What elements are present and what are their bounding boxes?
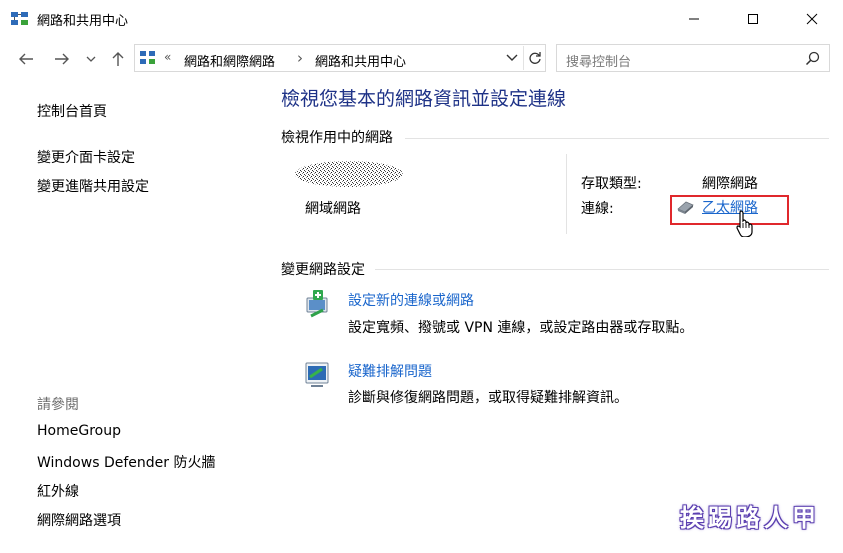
setup-new-connection-description: 設定寬頻、撥號或 VPN 連線，或設定路由器或存取點。 (348, 320, 694, 336)
maximize-icon (748, 14, 758, 24)
back-arrow-icon (19, 53, 33, 65)
troubleshoot-icon (303, 359, 335, 391)
up-arrow-icon (112, 52, 124, 66)
chevron-down-icon (506, 54, 518, 61)
section-divider (375, 269, 829, 270)
sidebar-link-control-panel-home[interactable]: 控制台首頁 (37, 101, 107, 121)
control-panel-icon (139, 50, 157, 66)
sidebar: 控制台首頁 變更介面卡設定 變更進階共用設定 請參閱 HomeGroup Win… (0, 80, 260, 553)
address-history-dropdown[interactable] (503, 49, 521, 67)
see-also-internet-options[interactable]: 網際網路選項 (37, 510, 121, 530)
see-also-windows-defender-firewall[interactable]: Windows Defender 防火牆 (37, 452, 215, 472)
chevron-down-icon (86, 56, 96, 62)
up-button[interactable] (106, 48, 130, 70)
maximize-button[interactable] (724, 0, 782, 38)
setup-new-connection-link[interactable]: 設定新的連線或網路 (348, 290, 474, 310)
network-divider (566, 154, 567, 234)
network-name-redacted (295, 161, 403, 187)
see-also-infrared[interactable]: 紅外線 (37, 481, 79, 501)
access-type-label: 存取類型: (581, 176, 642, 192)
breadcrumb-network-sharing-center[interactable]: 網路和共用中心 (315, 51, 406, 70)
hand-cursor-icon (734, 209, 756, 238)
search-icon[interactable] (805, 51, 820, 66)
active-networks-heading: 檢視作用中的網路 (281, 130, 393, 146)
see-also-homegroup[interactable]: HomeGroup (37, 423, 121, 439)
breadcrumb-separator[interactable]: › (297, 49, 303, 67)
sidebar-link-change-advanced-sharing[interactable]: 變更進階共用設定 (37, 176, 149, 196)
troubleshoot-problems-link[interactable]: 疑難排解問題 (348, 361, 432, 381)
minimize-button[interactable] (665, 0, 723, 38)
navigation-bar: « 網路和網際網路 › 網路和共用中心 搜尋控制台 (0, 42, 843, 76)
see-also-heading: 請參閱 (37, 397, 79, 413)
network-center-app-icon (10, 10, 30, 28)
breadcrumb-network-internet[interactable]: 網路和網際網路 (184, 51, 275, 70)
forward-button[interactable] (50, 48, 74, 70)
close-icon (806, 13, 818, 25)
new-connection-icon (303, 288, 335, 320)
change-settings-heading: 變更網路設定 (281, 262, 365, 278)
search-input[interactable]: 搜尋控制台 (556, 44, 830, 72)
search-placeholder: 搜尋控制台 (566, 55, 632, 70)
window-title: 網路和共用中心 (37, 14, 129, 29)
close-button[interactable] (783, 0, 841, 38)
sidebar-link-change-adapter-settings[interactable]: 變更介面卡設定 (37, 147, 135, 167)
refresh-icon (528, 52, 541, 64)
section-divider (405, 138, 829, 139)
access-type-value: 網際網路 (702, 176, 758, 192)
connections-label: 連線: (581, 201, 614, 217)
back-button[interactable] (14, 48, 38, 70)
breadcrumb-overflow[interactable]: « (164, 50, 171, 64)
title-bar: 網路和共用中心 (0, 0, 843, 38)
network-category: 網域網路 (305, 201, 361, 217)
troubleshoot-problems-description: 診斷與修復網路問題，或取得疑難排解資訊。 (348, 390, 628, 406)
minimize-icon (689, 18, 699, 20)
refresh-button[interactable] (523, 46, 545, 70)
ethernet-icon (676, 199, 696, 215)
recent-locations-button[interactable] (82, 48, 100, 70)
watermark: 挨踢路人甲 (680, 504, 820, 532)
forward-arrow-icon (55, 53, 69, 65)
page-title: 檢視您基本的網路資訊並設定連線 (281, 88, 567, 110)
address-box[interactable]: « 網路和網際網路 › 網路和共用中心 (134, 44, 546, 72)
